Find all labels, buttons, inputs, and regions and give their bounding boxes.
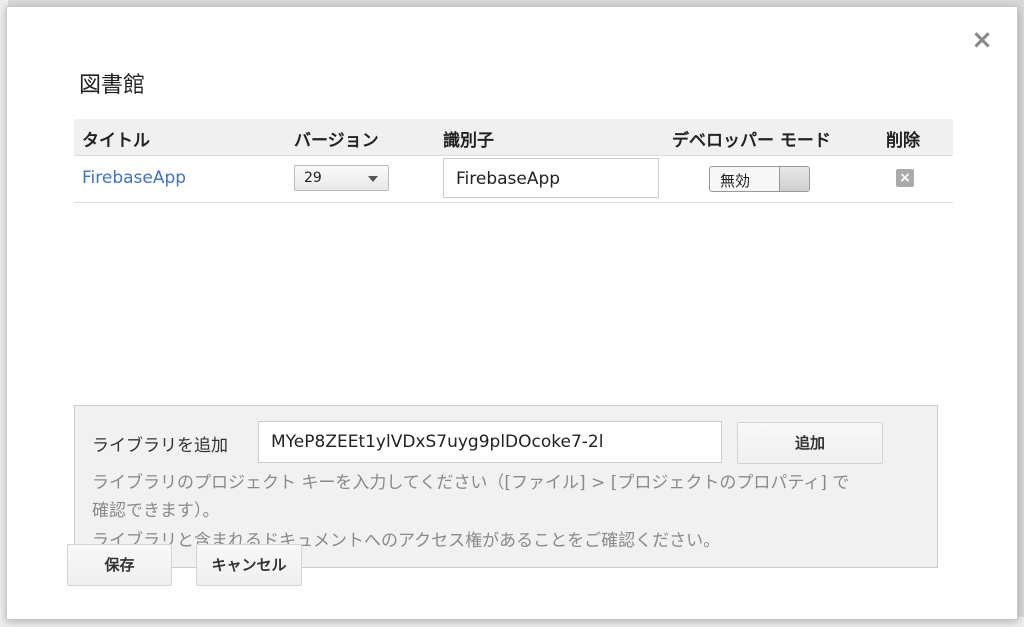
hint-text-line1: ライブラリのプロジェクト キーを入力してください（[ファイル] > [プロジェク… <box>92 473 850 493</box>
header-version: バージョン <box>294 131 379 151</box>
add-button[interactable]: 追加 <box>737 422 883 464</box>
chevron-down-icon <box>368 176 378 182</box>
identifier-input[interactable]: FirebaseApp <box>443 158 659 198</box>
dev-mode-toggle[interactable]: 無効 <box>709 166 810 192</box>
header-identifier: 識別子 <box>443 131 494 151</box>
dialog-title: 図書館 <box>79 73 146 98</box>
table-row: FirebaseApp 29 FirebaseApp 無効 × <box>74 156 953 203</box>
library-dialog: × 図書館 タイトル バージョン 識別子 デベロッパー モード 削除 Fireb… <box>6 6 1018 620</box>
hint-text-line3: ライブラリと含まれるドキュメントへのアクセス権があることをご確認ください。 <box>92 531 721 551</box>
add-library-label: ライブラリを追加 <box>92 436 228 456</box>
header-dev-mode: デベロッパー モード <box>672 131 831 151</box>
cancel-button[interactable]: キャンセル <box>196 544 302 586</box>
version-select[interactable]: 29 <box>294 165 389 191</box>
header-delete: 削除 <box>886 131 920 151</box>
version-value: 29 <box>304 170 322 186</box>
toggle-knob <box>779 167 809 191</box>
table-header: タイトル バージョン 識別子 デベロッパー モード 削除 <box>74 119 953 156</box>
delete-icon[interactable]: × <box>896 169 914 187</box>
hint-text-line2: 確認できます）。 <box>92 501 220 521</box>
close-icon[interactable]: × <box>969 27 995 53</box>
project-key-input[interactable]: MYeP8ZEEt1ylVDxS7uyg9plDOcoke7-2l <box>258 421 722 463</box>
save-button[interactable]: 保存 <box>67 544 172 586</box>
header-title: タイトル <box>82 131 150 151</box>
dev-mode-label: 無効 <box>720 172 751 190</box>
library-title-link[interactable]: FirebaseApp <box>82 168 186 188</box>
